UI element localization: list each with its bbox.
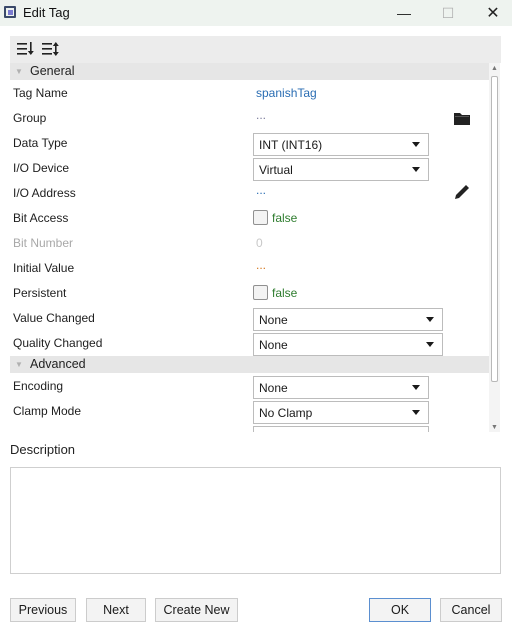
io-device-dropdown[interactable]: Virtual bbox=[253, 158, 429, 181]
initial-value-value[interactable]: ... bbox=[256, 258, 266, 272]
property-row-quality-changed: Quality Changed None bbox=[10, 331, 491, 356]
property-label: Encoding bbox=[13, 379, 64, 393]
collapse-chevron-icon: ▼ bbox=[15, 67, 23, 76]
property-grid: ▼ General Tag Name spanishTag Group ... … bbox=[10, 63, 491, 432]
property-grid-toolbar bbox=[10, 36, 501, 63]
title-bar: Edit Tag — ☐ ✕ bbox=[0, 0, 512, 26]
tag-name-value[interactable]: spanishTag bbox=[256, 86, 317, 100]
next-button[interactable]: Next bbox=[86, 598, 146, 622]
bit-access-checkbox[interactable] bbox=[253, 210, 268, 225]
sort-alphabetical-icon[interactable] bbox=[41, 40, 59, 58]
property-row-group: Group ... bbox=[10, 106, 491, 131]
maximize-icon: ☐ bbox=[441, 4, 455, 21]
property-label: Group bbox=[13, 111, 47, 125]
property-row-io-device: I/O Device Virtual bbox=[10, 156, 491, 181]
property-row-data-type: Data Type INT (INT16) bbox=[10, 131, 491, 156]
encoding-dropdown[interactable]: None bbox=[253, 376, 429, 399]
data-type-selected: INT (INT16) bbox=[259, 138, 323, 152]
property-row-bit-access: Bit Access false bbox=[10, 206, 491, 231]
maximize-button[interactable]: ☐ bbox=[425, 0, 471, 26]
chevron-down-icon bbox=[412, 142, 420, 147]
previous-button[interactable]: Previous bbox=[10, 598, 76, 622]
clamp-mode-dropdown[interactable]: No Clamp bbox=[253, 401, 429, 424]
scrollbar-thumb[interactable] bbox=[491, 76, 498, 382]
property-label: Value Changed bbox=[13, 311, 95, 325]
property-label: Clamp Mode bbox=[13, 404, 82, 418]
create-new-button[interactable]: Create New bbox=[155, 598, 238, 622]
description-label: Description bbox=[10, 442, 76, 457]
property-row-initial-value: Initial Value ... bbox=[10, 256, 491, 281]
chevron-down-icon bbox=[412, 410, 420, 415]
app-icon bbox=[4, 6, 16, 18]
scroll-down-icon[interactable]: ▼ bbox=[491, 424, 498, 431]
chevron-down-icon bbox=[412, 385, 420, 390]
minimize-icon: — bbox=[397, 5, 411, 21]
ok-button[interactable]: OK bbox=[369, 598, 431, 622]
group-value[interactable]: ... bbox=[256, 108, 266, 122]
chevron-down-icon bbox=[412, 167, 420, 172]
collapse-chevron-icon: ▼ bbox=[15, 360, 23, 369]
section-advanced[interactable]: ▼ Advanced bbox=[10, 356, 491, 373]
pencil-icon[interactable] bbox=[453, 183, 471, 201]
quality-changed-dropdown[interactable]: None bbox=[253, 333, 443, 356]
value-changed-selected: None bbox=[259, 313, 288, 327]
property-row-tag-name: Tag Name spanishTag bbox=[10, 81, 491, 106]
quality-changed-selected: None bbox=[259, 338, 288, 352]
property-row-clamp-mode: Clamp Mode No Clamp bbox=[10, 399, 491, 424]
property-grid-scrollbar[interactable]: ▲ ▼ bbox=[489, 63, 500, 432]
clamp-mode-selected: No Clamp bbox=[259, 406, 313, 420]
scroll-up-icon[interactable]: ▲ bbox=[491, 65, 498, 72]
property-label: Initial Value bbox=[13, 261, 75, 275]
section-general[interactable]: ▼ General bbox=[10, 63, 491, 80]
property-label: I/O Address bbox=[13, 186, 76, 200]
property-label: I/O Device bbox=[13, 161, 70, 175]
io-address-value[interactable]: ... bbox=[256, 183, 266, 197]
property-label: Tag Name bbox=[13, 86, 68, 100]
close-icon: ✕ bbox=[486, 5, 500, 22]
data-type-dropdown[interactable]: INT (INT16) bbox=[253, 133, 429, 156]
property-row-partial bbox=[10, 424, 491, 432]
close-button[interactable]: ✕ bbox=[470, 0, 512, 26]
property-label: Data Type bbox=[13, 136, 68, 150]
io-device-selected: Virtual bbox=[259, 163, 293, 177]
property-label: Persistent bbox=[13, 286, 67, 300]
cancel-button[interactable]: Cancel bbox=[440, 598, 502, 622]
minimize-button[interactable]: — bbox=[381, 0, 427, 26]
window-title: Edit Tag bbox=[23, 5, 70, 20]
description-textarea[interactable] bbox=[10, 467, 501, 574]
folder-icon[interactable] bbox=[453, 110, 471, 126]
chevron-down-icon bbox=[426, 317, 434, 322]
property-label: Bit Access bbox=[13, 211, 69, 225]
sort-categorized-icon[interactable] bbox=[16, 40, 34, 58]
partial-dropdown[interactable] bbox=[253, 426, 429, 432]
property-row-bit-number: Bit Number 0 bbox=[10, 231, 491, 256]
value-changed-dropdown[interactable]: None bbox=[253, 308, 443, 331]
property-row-encoding: Encoding None bbox=[10, 374, 491, 399]
section-general-label: General bbox=[30, 64, 75, 78]
property-label: Bit Number bbox=[13, 236, 74, 250]
persistent-value: false bbox=[272, 286, 298, 300]
section-advanced-label: Advanced bbox=[30, 357, 86, 371]
bit-access-value: false bbox=[272, 211, 298, 225]
property-row-persistent: Persistent false bbox=[10, 281, 491, 306]
property-row-value-changed: Value Changed None bbox=[10, 306, 491, 331]
persistent-checkbox[interactable] bbox=[253, 285, 268, 300]
bit-number-value: 0 bbox=[256, 236, 263, 250]
property-label: Quality Changed bbox=[13, 336, 103, 350]
property-row-io-address: I/O Address ... bbox=[10, 181, 491, 206]
chevron-down-icon bbox=[426, 342, 434, 347]
encoding-selected: None bbox=[259, 381, 288, 395]
